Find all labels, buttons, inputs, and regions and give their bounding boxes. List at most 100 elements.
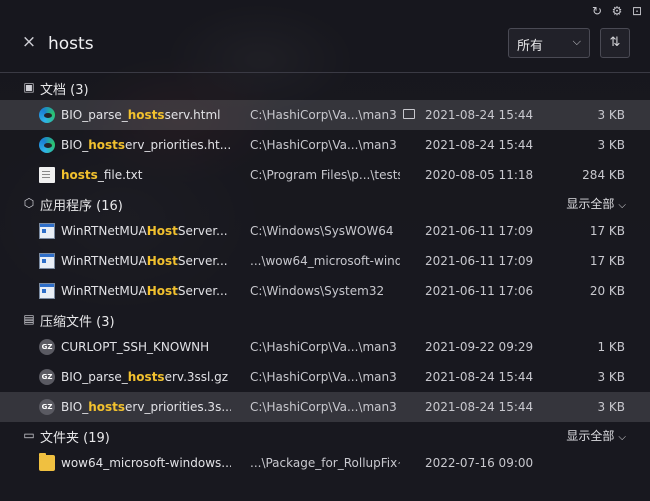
file-name: BIO_parse_hostserv.3ssl.gz xyxy=(61,370,229,384)
results-list: ▣ 文档 (3) BIO_parse_hostsserv.html C:\HashiC… xyxy=(0,74,650,478)
file-path: C:\HashiCorp\Va...\man3 xyxy=(250,108,397,122)
show-all-label: 显示全部 xyxy=(566,197,615,211)
file-path: ...\wow64_microsoft-windo xyxy=(250,254,400,268)
file-name: WinRTNetMUAHostServer... xyxy=(61,254,228,268)
group-icon: ▤ xyxy=(23,312,35,326)
file-path: C:\HashiCorp\Va...\man3 xyxy=(250,370,397,384)
chevron-down-icon: ⌵ xyxy=(618,200,626,211)
application-icon xyxy=(39,283,55,299)
result-row[interactable]: wow64_microsoft-windows... ...\Package_fo… xyxy=(0,448,650,478)
group-title: 文件夹 (19) xyxy=(40,431,110,446)
match-highlight: Host xyxy=(146,224,178,238)
refresh-icon[interactable]: ↻ xyxy=(590,4,604,18)
application-icon xyxy=(39,223,55,239)
file-name: WinRTNetMUAHostServer... xyxy=(61,284,228,298)
file-size: 3 KB xyxy=(597,370,625,384)
file-size: 3 KB xyxy=(597,138,625,152)
file-date: 2021-06-11 17:09 xyxy=(425,254,534,268)
chevron-down-icon: ⌵ xyxy=(572,35,581,48)
file-size: 1 KB xyxy=(597,340,625,354)
file-path: C:\Windows\SysWOW64 xyxy=(250,224,394,238)
result-row[interactable]: BIO_parse_hostsserv.html C:\HashiCorp\Va.… xyxy=(0,100,650,130)
file-name: hosts_file.txt xyxy=(61,168,143,182)
file-date: 2021-08-24 15:44 xyxy=(425,108,534,122)
file-date: 2021-06-11 17:09 xyxy=(425,224,534,238)
result-row[interactable]: WinRTNetMUAHostServer... ...\wow64_micros… xyxy=(0,246,650,276)
search-input[interactable] xyxy=(46,28,490,60)
file-date: 2020-08-05 11:18 xyxy=(425,168,534,182)
group-icon: ▭ xyxy=(23,428,35,442)
file-path: C:\Program Files\p...\tests xyxy=(250,168,400,182)
group-title: 压缩文件 (3) xyxy=(40,315,115,330)
file-size: 17 KB xyxy=(589,224,625,238)
show-all-link[interactable]: 显示全部 ⌵ xyxy=(566,195,626,212)
match-highlight: hosts xyxy=(61,168,98,182)
group-header: ▣ 文档 (3) xyxy=(0,74,650,100)
match-highlight: Host xyxy=(146,284,178,298)
settings-icon[interactable]: ⚙ xyxy=(610,4,624,18)
sort-icon: ⇅ xyxy=(609,35,621,50)
file-date: 2021-06-11 17:06 xyxy=(425,284,534,298)
open-folder-icon[interactable] xyxy=(403,109,415,119)
file-size: 17 KB xyxy=(589,254,625,268)
result-row[interactable]: WinRTNetMUAHostServer... C:\Windows\Syste… xyxy=(0,276,650,306)
edge-browser-icon xyxy=(39,107,55,123)
file-name: BIO_hostserv_priorities.3s... xyxy=(61,400,231,414)
file-size: 284 KB xyxy=(582,168,625,182)
file-name: BIO_parse_hostsserv.html xyxy=(61,108,221,122)
result-row[interactable]: hosts_file.txt C:\Program Files\p...\test… xyxy=(0,160,650,190)
group-title: 文档 (3) xyxy=(40,83,89,98)
result-row[interactable]: GZ BIO_hostserv_priorities.3s... C:\HashiC… xyxy=(0,392,650,422)
file-name: wow64_microsoft-windows... xyxy=(61,456,231,470)
result-row[interactable]: BIO_hostserv_priorities.ht... C:\HashiCor… xyxy=(0,130,650,160)
match-highlight: hosts xyxy=(127,108,165,122)
result-row[interactable]: GZ BIO_parse_hostserv.3ssl.gz C:\HashiCorp… xyxy=(0,362,650,392)
group-title: 应用程序 (16) xyxy=(40,199,123,214)
pin-icon[interactable]: ⊡ xyxy=(630,4,644,18)
group-icon: ▣ xyxy=(23,80,35,94)
file-path: C:\HashiCorp\Va...\man3 xyxy=(250,400,397,414)
match-highlight: hosts xyxy=(88,400,126,414)
sort-button[interactable]: ⇅ xyxy=(600,28,630,58)
file-date: 2021-08-24 15:44 xyxy=(425,400,534,414)
file-path: C:\HashiCorp\Va...\man3 xyxy=(250,138,397,152)
file-name: WinRTNetMUAHostServer... xyxy=(61,224,228,238)
file-size: 20 KB xyxy=(589,284,625,298)
archive-icon: GZ xyxy=(39,369,55,385)
folder-icon xyxy=(39,453,55,471)
group-icon: ⬡ xyxy=(23,196,35,210)
file-date: 2021-09-22 09:29 xyxy=(425,340,534,354)
group-header: ▤ 压缩文件 (3) xyxy=(0,306,650,332)
filter-dropdown[interactable]: 所有 ⌵ xyxy=(508,28,590,58)
file-date: 2022-07-16 09:00 xyxy=(425,456,534,470)
group-header: ⬡ 应用程序 (16) 显示全部 ⌵ xyxy=(0,190,650,216)
result-row[interactable]: WinRTNetMUAHostServer... C:\Windows\SysWO… xyxy=(0,216,650,246)
edge-browser-icon xyxy=(39,137,55,153)
file-date: 2021-08-24 15:44 xyxy=(425,138,534,152)
match-highlight: hosts xyxy=(88,138,126,152)
close-icon[interactable]: × xyxy=(20,33,38,51)
result-row[interactable]: GZ CURLOPT_SSH_KNOWNH C:\HashiCorp\Va...\m… xyxy=(0,332,650,362)
show-all-label: 显示全部 xyxy=(566,429,615,443)
file-path: C:\Windows\System32 xyxy=(250,284,385,298)
chevron-down-icon: ⌵ xyxy=(618,432,626,443)
window-controls: ↻ ⚙ ⊡ xyxy=(590,4,644,18)
show-all-link[interactable]: 显示全部 ⌵ xyxy=(566,427,626,444)
search-bar: × 所有 ⌵ ⇅ xyxy=(0,26,650,64)
match-highlight: Host xyxy=(146,254,178,268)
file-path: C:\HashiCorp\Va...\man3 xyxy=(250,340,397,354)
file-size: 3 KB xyxy=(597,400,625,414)
file-name: BIO_hostserv_priorities.ht... xyxy=(61,138,231,152)
file-path: ...\Package_for_RollupFix~ xyxy=(250,456,400,470)
file-name: CURLOPT_SSH_KNOWNH xyxy=(61,340,210,354)
archive-icon: GZ xyxy=(39,399,55,415)
filter-value: 所有 xyxy=(517,39,544,54)
application-icon xyxy=(39,253,55,269)
match-highlight: hosts xyxy=(127,370,165,384)
file-size: 3 KB xyxy=(597,108,625,122)
text-file-icon xyxy=(39,167,55,183)
header-divider xyxy=(0,72,650,73)
group-header: ▭ 文件夹 (19) 显示全部 ⌵ xyxy=(0,422,650,448)
file-date: 2021-08-24 15:44 xyxy=(425,370,534,384)
archive-icon: GZ xyxy=(39,339,55,355)
